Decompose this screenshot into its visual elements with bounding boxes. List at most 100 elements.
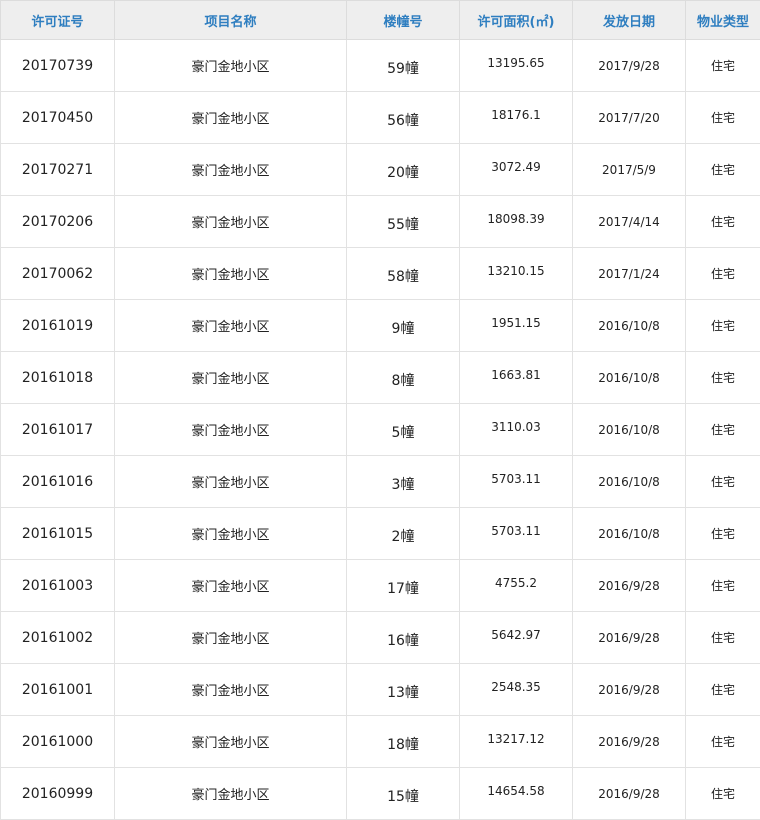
table-row[interactable]: 20161000豪门金地小区18幢13217.122016/9/28住宅 [1,716,760,768]
cell-permit-no: 20170206 [1,196,115,248]
cell-permit-no: 20160999 [1,768,115,820]
cell-property-type: 住宅 [686,248,760,300]
cell-permit-no: 20161002 [1,612,115,664]
cell-permit-no: 20170739 [1,40,115,92]
cell-issue-date: 2016/9/28 [573,768,686,820]
table-row[interactable]: 20161017豪门金地小区5幢3110.032016/10/8住宅 [1,404,760,456]
cell-permit-area: 4755.2 [460,560,573,612]
header-permit-no[interactable]: 许可证号 [1,1,115,40]
table-row[interactable]: 20161016豪门金地小区3幢5703.112016/10/8住宅 [1,456,760,508]
cell-building-no: 2幢 [347,508,460,560]
cell-building-no: 20幢 [347,144,460,196]
cell-project-name: 豪门金地小区 [115,92,347,144]
cell-permit-no: 20161001 [1,664,115,716]
cell-issue-date: 2017/7/20 [573,92,686,144]
table-row[interactable]: 20161003豪门金地小区17幢4755.22016/9/28住宅 [1,560,760,612]
cell-permit-area: 13217.12 [460,716,573,768]
cell-permit-area: 3072.49 [460,144,573,196]
table-row[interactable]: 20161015豪门金地小区2幢5703.112016/10/8住宅 [1,508,760,560]
cell-issue-date: 2016/10/8 [573,300,686,352]
cell-property-type: 住宅 [686,404,760,456]
table-row[interactable]: 20160999豪门金地小区15幢14654.582016/9/28住宅 [1,768,760,820]
cell-building-no: 58幢 [347,248,460,300]
cell-property-type: 住宅 [686,560,760,612]
cell-property-type: 住宅 [686,144,760,196]
table-row[interactable]: 20161001豪门金地小区13幢2548.352016/9/28住宅 [1,664,760,716]
cell-building-no: 17幢 [347,560,460,612]
cell-issue-date: 2016/9/28 [573,664,686,716]
table-header: 许可证号 项目名称 楼幢号 许可面积(㎡) 发放日期 物业类型 [1,1,760,40]
cell-issue-date: 2016/10/8 [573,404,686,456]
table-row[interactable]: 20161018豪门金地小区8幢1663.812016/10/8住宅 [1,352,760,404]
table-row[interactable]: 20161019豪门金地小区9幢1951.152016/10/8住宅 [1,300,760,352]
cell-project-name: 豪门金地小区 [115,404,347,456]
table-row[interactable]: 20170271豪门金地小区20幢3072.492017/5/9住宅 [1,144,760,196]
cell-property-type: 住宅 [686,352,760,404]
cell-permit-area: 5703.11 [460,508,573,560]
cell-issue-date: 2017/5/9 [573,144,686,196]
cell-permit-area: 5703.11 [460,456,573,508]
header-row: 许可证号 项目名称 楼幢号 许可面积(㎡) 发放日期 物业类型 [1,1,760,40]
cell-issue-date: 2017/4/14 [573,196,686,248]
cell-project-name: 豪门金地小区 [115,248,347,300]
cell-project-name: 豪门金地小区 [115,196,347,248]
cell-permit-no: 20161016 [1,456,115,508]
cell-permit-area: 14654.58 [460,768,573,820]
cell-property-type: 住宅 [686,40,760,92]
cell-building-no: 13幢 [347,664,460,716]
cell-building-no: 55幢 [347,196,460,248]
cell-property-type: 住宅 [686,716,760,768]
cell-issue-date: 2016/10/8 [573,508,686,560]
cell-permit-area: 5642.97 [460,612,573,664]
cell-permit-area: 13195.65 [460,40,573,92]
cell-property-type: 住宅 [686,92,760,144]
cell-property-type: 住宅 [686,456,760,508]
cell-property-type: 住宅 [686,768,760,820]
cell-project-name: 豪门金地小区 [115,40,347,92]
cell-building-no: 9幢 [347,300,460,352]
cell-issue-date: 2017/1/24 [573,248,686,300]
permit-table: 许可证号 项目名称 楼幢号 许可面积(㎡) 发放日期 物业类型 20170739… [0,0,760,820]
cell-permit-area: 1663.81 [460,352,573,404]
table-row[interactable]: 20170739豪门金地小区59幢13195.652017/9/28住宅 [1,40,760,92]
header-permit-area[interactable]: 许可面积(㎡) [460,1,573,40]
cell-permit-no: 20170271 [1,144,115,196]
header-project-name[interactable]: 项目名称 [115,1,347,40]
cell-permit-area: 2548.35 [460,664,573,716]
cell-permit-area: 18098.39 [460,196,573,248]
header-issue-date[interactable]: 发放日期 [573,1,686,40]
table-row[interactable]: 20170206豪门金地小区55幢18098.392017/4/14住宅 [1,196,760,248]
cell-permit-no: 20161018 [1,352,115,404]
cell-property-type: 住宅 [686,664,760,716]
cell-issue-date: 2016/9/28 [573,716,686,768]
cell-building-no: 8幢 [347,352,460,404]
cell-permit-no: 20161015 [1,508,115,560]
header-property-type[interactable]: 物业类型 [686,1,760,40]
cell-project-name: 豪门金地小区 [115,664,347,716]
cell-building-no: 18幢 [347,716,460,768]
cell-building-no: 56幢 [347,92,460,144]
cell-permit-area: 3110.03 [460,404,573,456]
table-row[interactable]: 20161002豪门金地小区16幢5642.972016/9/28住宅 [1,612,760,664]
cell-project-name: 豪门金地小区 [115,716,347,768]
cell-issue-date: 2016/9/28 [573,612,686,664]
cell-project-name: 豪门金地小区 [115,144,347,196]
cell-building-no: 5幢 [347,404,460,456]
cell-building-no: 3幢 [347,456,460,508]
cell-issue-date: 2016/9/28 [573,560,686,612]
cell-project-name: 豪门金地小区 [115,768,347,820]
cell-issue-date: 2016/10/8 [573,352,686,404]
cell-project-name: 豪门金地小区 [115,352,347,404]
table-body: 20170739豪门金地小区59幢13195.652017/9/28住宅2017… [1,40,760,820]
cell-building-no: 15幢 [347,768,460,820]
table-row[interactable]: 20170450豪门金地小区56幢18176.12017/7/20住宅 [1,92,760,144]
cell-permit-area: 1951.15 [460,300,573,352]
cell-property-type: 住宅 [686,612,760,664]
cell-permit-no: 20161003 [1,560,115,612]
header-building-no[interactable]: 楼幢号 [347,1,460,40]
cell-permit-no: 20170450 [1,92,115,144]
table-row[interactable]: 20170062豪门金地小区58幢13210.152017/1/24住宅 [1,248,760,300]
cell-property-type: 住宅 [686,508,760,560]
cell-permit-area: 18176.1 [460,92,573,144]
cell-project-name: 豪门金地小区 [115,508,347,560]
